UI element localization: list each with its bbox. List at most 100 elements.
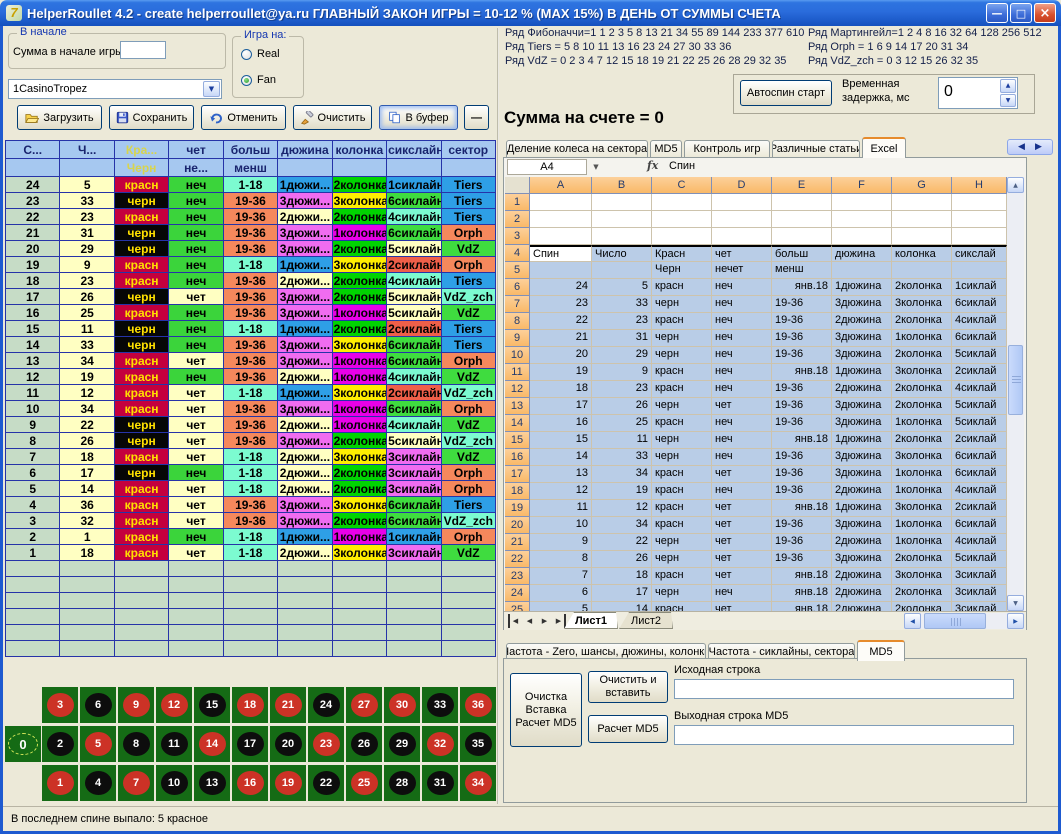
cell-F13[interactable]: 3дюжина	[832, 398, 892, 415]
cell-C7[interactable]: черн	[652, 296, 712, 313]
board-number-9[interactable]: 9	[118, 687, 154, 723]
cell-C23[interactable]: красн	[652, 568, 712, 585]
cell-A24[interactable]: 6	[530, 585, 592, 602]
cell-C10[interactable]: черн	[652, 347, 712, 364]
start-sum-input[interactable]	[120, 41, 166, 59]
spin-up-icon[interactable]: ▲	[1000, 79, 1016, 93]
cell-D16[interactable]: неч	[712, 449, 772, 466]
cell-B10[interactable]: 29	[592, 347, 652, 364]
cell-C19[interactable]: красн	[652, 500, 712, 517]
cell-C5[interactable]: Черн	[652, 262, 712, 279]
cell-G25[interactable]: 2колонка	[892, 602, 952, 611]
cell-D20[interactable]: чет	[712, 517, 772, 534]
cell-C4[interactable]: Красн	[652, 245, 712, 262]
formula-input[interactable]: Спин	[669, 160, 695, 172]
cell-H5[interactable]	[952, 262, 1007, 279]
output-string-input[interactable]	[674, 725, 1014, 745]
board-number-1[interactable]: 1	[42, 765, 78, 801]
cell-F3[interactable]	[832, 228, 892, 245]
name-box[interactable]: A4	[507, 159, 587, 175]
cell-G20[interactable]: 1колонка	[892, 517, 952, 534]
cell-E21[interactable]: 19-36	[772, 534, 832, 551]
cell-A10[interactable]: 20	[530, 347, 592, 364]
cell-D10[interactable]: неч	[712, 347, 772, 364]
board-number-19[interactable]: 19	[270, 765, 306, 801]
tab-4[interactable]: Excel	[862, 137, 906, 158]
scrollbar-thumb[interactable]	[924, 613, 986, 629]
board-number-24[interactable]: 24	[308, 687, 344, 723]
excel-row-header-1[interactable]: 1	[505, 194, 530, 211]
cell-E1[interactable]	[772, 194, 832, 211]
excel-col-header-H[interactable]: H	[952, 177, 1007, 194]
cell-D21[interactable]: чет	[712, 534, 772, 551]
excel-row-header-7[interactable]: 7	[505, 296, 530, 313]
tab-1[interactable]: MD5	[650, 140, 682, 157]
cell-H6[interactable]: 1сиклай	[952, 279, 1007, 296]
cell-C20[interactable]: красн	[652, 517, 712, 534]
cell-F20[interactable]: 3дюжина	[832, 517, 892, 534]
cell-E9[interactable]: 19-36	[772, 330, 832, 347]
cell-G8[interactable]: 2колонка	[892, 313, 952, 330]
sheet-nav-prev-icon[interactable]: ◀	[523, 614, 536, 628]
excel-row-header-23[interactable]: 23	[505, 568, 530, 585]
excel-row-header-6[interactable]: 6	[505, 279, 530, 296]
cell-G13[interactable]: 2колонка	[892, 398, 952, 415]
excel-row-header-14[interactable]: 14	[505, 415, 530, 432]
excel-col-header-B[interactable]: B	[592, 177, 652, 194]
cell-F4[interactable]: дюжина	[832, 245, 892, 262]
cell-E6[interactable]: янв.18	[772, 279, 832, 296]
excel-row-header-18[interactable]: 18	[505, 483, 530, 500]
cell-C17[interactable]: красн	[652, 466, 712, 483]
cell-F10[interactable]: 3дюжина	[832, 347, 892, 364]
excel-row-header-20[interactable]: 20	[505, 517, 530, 534]
board-number-27[interactable]: 27	[346, 687, 382, 723]
cell-F15[interactable]: 1дюжина	[832, 432, 892, 449]
cell-B20[interactable]: 34	[592, 517, 652, 534]
cell-B1[interactable]	[592, 194, 652, 211]
cell-B2[interactable]	[592, 211, 652, 228]
cell-G10[interactable]: 2колонка	[892, 347, 952, 364]
cell-G5[interactable]	[892, 262, 952, 279]
board-number-35[interactable]: 35	[460, 726, 496, 762]
board-number-28[interactable]: 28	[384, 765, 420, 801]
cell-H11[interactable]: 2сиклай	[952, 364, 1007, 381]
excel-select-all[interactable]	[505, 177, 530, 194]
excel-col-header-G[interactable]: G	[892, 177, 952, 194]
cell-D25[interactable]: чет	[712, 602, 772, 611]
cell-H1[interactable]	[952, 194, 1007, 211]
cell-E10[interactable]: 19-36	[772, 347, 832, 364]
board-number-13[interactable]: 13	[194, 765, 230, 801]
cell-C11[interactable]: красн	[652, 364, 712, 381]
excel-row-header-5[interactable]: 5	[505, 262, 530, 279]
cell-A4[interactable]: Спин	[530, 245, 592, 262]
cell-H24[interactable]: 3сиклай	[952, 585, 1007, 602]
delay-spinner[interactable]: 0 ▲ ▼	[938, 77, 1018, 109]
cell-C1[interactable]	[652, 194, 712, 211]
calc-md5-button[interactable]: Расчет MD5	[588, 715, 668, 743]
excel-row-header-22[interactable]: 22	[505, 551, 530, 568]
scroll-right-icon[interactable]: ▶	[1007, 613, 1024, 629]
cell-D15[interactable]: неч	[712, 432, 772, 449]
cell-A7[interactable]: 23	[530, 296, 592, 313]
cell-H21[interactable]: 4сиклай	[952, 534, 1007, 551]
sheet-tab-Лист2[interactable]: Лист2	[619, 612, 673, 629]
cell-F2[interactable]	[832, 211, 892, 228]
maximize-button[interactable]: □	[1010, 3, 1032, 23]
cell-C3[interactable]	[652, 228, 712, 245]
board-number-4[interactable]: 4	[80, 765, 116, 801]
excel-row-header-2[interactable]: 2	[505, 211, 530, 228]
cell-F7[interactable]: 3дюжина	[832, 296, 892, 313]
cell-F5[interactable]	[832, 262, 892, 279]
cell-D19[interactable]: чет	[712, 500, 772, 517]
vertical-scrollbar[interactable]: ▲ ▼	[1007, 177, 1024, 611]
scrollbar-thumb[interactable]	[1008, 345, 1023, 415]
excel-row-header-15[interactable]: 15	[505, 432, 530, 449]
excel-row-header-8[interactable]: 8	[505, 313, 530, 330]
cell-F21[interactable]: 2дюжина	[832, 534, 892, 551]
cell-B13[interactable]: 26	[592, 398, 652, 415]
excel-row-header-12[interactable]: 12	[505, 381, 530, 398]
freq-tab-2[interactable]: MD5	[857, 640, 905, 661]
cell-B6[interactable]: 5	[592, 279, 652, 296]
excel-row-header-4[interactable]: 4	[505, 245, 530, 262]
cell-G1[interactable]	[892, 194, 952, 211]
